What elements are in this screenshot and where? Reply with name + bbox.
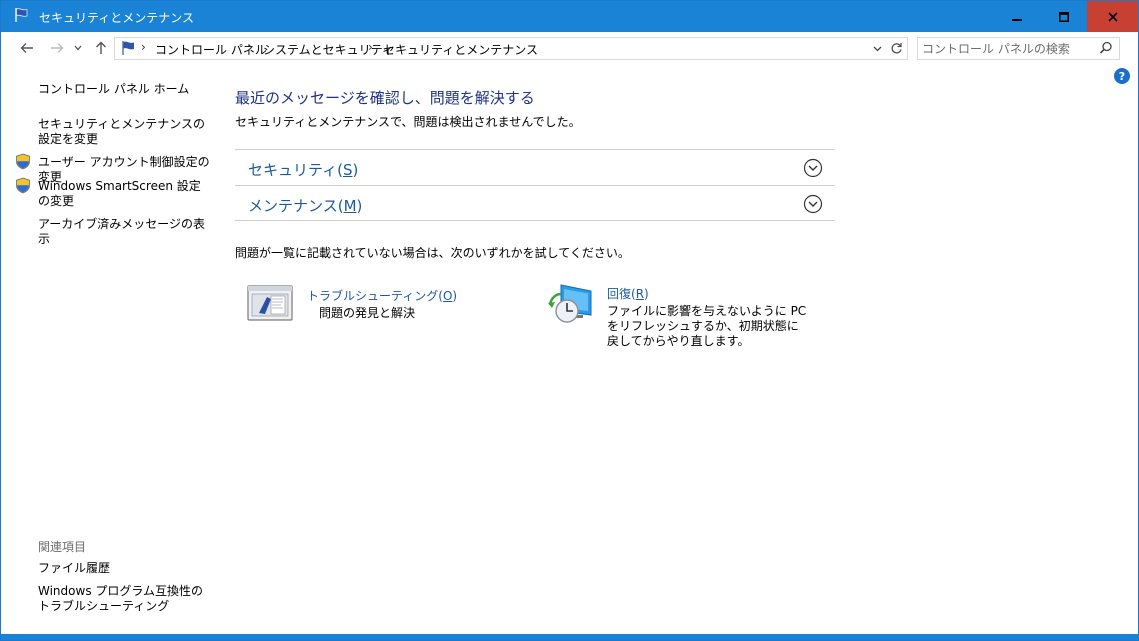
access-key: O xyxy=(442,289,453,303)
troubleshooting-icon xyxy=(247,285,293,321)
access-key: M xyxy=(343,197,357,215)
related-items-heading: 関連項目 xyxy=(38,540,87,554)
refresh-button[interactable] xyxy=(888,40,904,56)
breadcrumb-separator: › xyxy=(141,40,146,54)
uac-shield-icon xyxy=(16,177,30,194)
smartscreen-settings-link[interactable]: Windows SmartScreen 設定の変更 xyxy=(38,179,203,209)
tool-title-text: 回復 xyxy=(607,287,632,301)
back-button[interactable] xyxy=(17,39,37,57)
up-button[interactable] xyxy=(91,39,111,57)
file-history-link[interactable]: ファイル履歴 xyxy=(38,561,213,576)
navigation-bar: › コントロール パネル › システムとセキュリティ › セキュリティとメンテナ… xyxy=(1,32,1138,64)
breadcrumb-item-security-maintenance[interactable]: セキュリティとメンテナンス xyxy=(383,41,538,58)
status-message: セキュリティとメンテナンスで、問題は検出されませんでした。 xyxy=(235,115,581,129)
breadcrumb-separator[interactable]: › xyxy=(368,40,373,54)
address-dropdown-button[interactable] xyxy=(870,41,884,56)
minimize-button[interactable] xyxy=(994,1,1040,32)
recent-locations-button[interactable] xyxy=(71,39,85,57)
section-security-title[interactable]: セキュリティ(S) xyxy=(248,159,358,180)
troubleshooting-link[interactable]: トラブルシューティング(O) xyxy=(307,287,457,304)
recovery-item[interactable]: 回復(R) ファイルに影響を与えないように PC をリフレッシュするか、初期状態… xyxy=(547,281,807,356)
section-label: セキュリティ xyxy=(248,161,338,179)
section-security[interactable]: セキュリティ(S) xyxy=(235,149,835,185)
security-flag-icon xyxy=(15,8,28,22)
page-heading: 最近のメッセージを確認し、問題を解決する xyxy=(235,89,535,107)
search-icon[interactable] xyxy=(1099,41,1113,55)
program-compatibility-troubleshooter-link[interactable]: Windows プログラム互換性のトラブルシューティング xyxy=(38,584,208,614)
left-navigation-pane: コントロール パネル ホーム セキュリティとメンテナンスの設定を変更 ユーザー … xyxy=(1,64,221,634)
back-arrow-icon xyxy=(20,43,33,53)
troubleshooting-description: 問題の発見と解決 xyxy=(319,306,416,320)
archived-messages-link[interactable]: アーカイブ済みメッセージの表示 xyxy=(38,217,213,247)
recovery-description: ファイルに影響を与えないように PC をリフレッシュするか、初期状態に戻してから… xyxy=(607,304,807,348)
window-title: セキュリティとメンテナンス xyxy=(39,11,195,25)
try-alternatives-text: 問題が一覧に記載されていない場合は、次のいずれかを試してください。 xyxy=(235,246,630,260)
close-button[interactable] xyxy=(1087,1,1138,32)
help-button[interactable]: ? xyxy=(1114,68,1130,84)
refresh-icon xyxy=(891,42,902,53)
forward-arrow-icon xyxy=(51,43,64,53)
maximize-icon xyxy=(1059,11,1069,22)
expand-chevron-icon[interactable] xyxy=(803,194,823,214)
access-key: R xyxy=(635,287,645,301)
security-flag-icon xyxy=(122,41,134,55)
minimize-icon xyxy=(1012,18,1022,21)
search-box[interactable] xyxy=(917,37,1120,60)
up-arrow-icon xyxy=(96,41,106,54)
chevron-down-icon xyxy=(74,45,82,51)
access-key: S xyxy=(342,161,353,179)
chevron-down-icon xyxy=(873,46,881,51)
section-maintenance[interactable]: メンテナンス(M) xyxy=(235,185,835,221)
breadcrumb-separator[interactable]: › xyxy=(248,40,253,54)
forward-button[interactable] xyxy=(47,39,67,57)
title-bar[interactable]: セキュリティとメンテナンス xyxy=(1,1,1138,32)
recovery-link[interactable]: 回復(R) xyxy=(607,285,649,302)
search-input[interactable] xyxy=(922,40,1092,57)
main-content: 最近のメッセージを確認し、問題を解決する セキュリティとメンテナンスで、問題は検… xyxy=(235,64,1115,634)
window-bottom-border xyxy=(1,634,1138,640)
section-maintenance-title[interactable]: メンテナンス(M) xyxy=(248,195,362,216)
uac-shield-icon xyxy=(16,153,30,170)
close-icon xyxy=(1107,11,1118,22)
control-panel-window: セキュリティとメンテナンス › コントロール パネル › システムとセキュリティ… xyxy=(0,0,1139,641)
section-label: メンテナンス xyxy=(248,197,338,215)
maximize-button[interactable] xyxy=(1041,1,1087,32)
control-panel-home-link[interactable]: コントロール パネル ホーム xyxy=(38,82,213,97)
change-security-settings-link[interactable]: セキュリティとメンテナンスの設定を変更 xyxy=(38,117,208,147)
address-bar[interactable]: › コントロール パネル › システムとセキュリティ › セキュリティとメンテナ… xyxy=(114,37,908,60)
tool-title-text: トラブルシューティング xyxy=(307,289,439,303)
troubleshooting-item[interactable]: トラブルシューティング(O) 問題の発見と解決 xyxy=(247,283,507,323)
recovery-icon xyxy=(548,284,592,323)
expand-chevron-icon[interactable] xyxy=(803,158,823,178)
help-icon: ? xyxy=(1118,69,1126,83)
breadcrumb-item-system-security[interactable]: システムとセキュリティ xyxy=(263,41,394,58)
